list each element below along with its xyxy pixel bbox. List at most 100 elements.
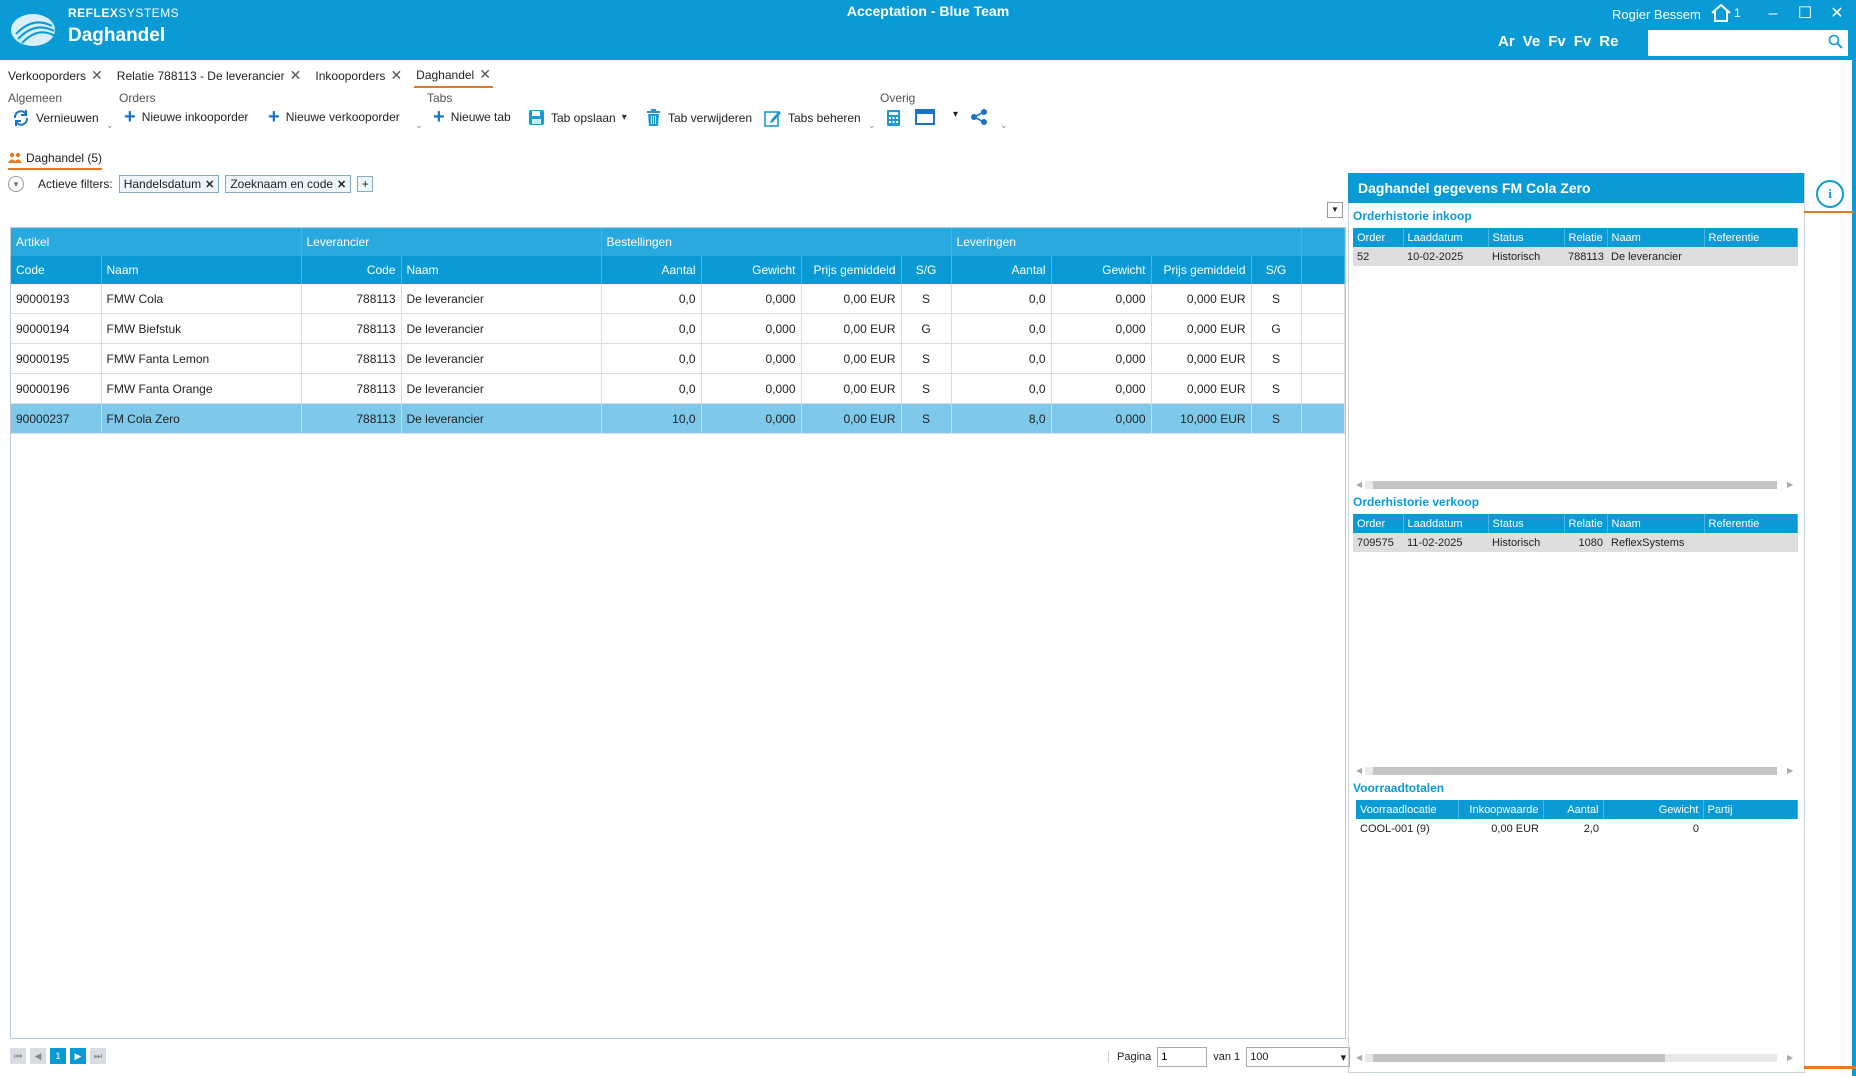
column-header[interactable]: Status xyxy=(1488,228,1565,247)
column-header[interactable]: Referentie xyxy=(1704,228,1798,247)
tab-relatie[interactable]: Relatie 788113 - De leverancier ✕ xyxy=(115,66,304,88)
group-expander-icon[interactable]: ⌄ xyxy=(415,120,423,131)
quicklink-fv-2[interactable]: Fv xyxy=(1574,33,1592,50)
column-header[interactable]: Naam xyxy=(1607,514,1705,533)
col-leverancier-code[interactable]: Code xyxy=(301,256,402,284)
col-best-aantal[interactable]: Aantal xyxy=(601,256,702,284)
table-row[interactable]: 90000195 FMW Fanta Lemon 788113 De leveranc… xyxy=(11,343,1346,374)
maximize-button[interactable]: ☐ xyxy=(1792,4,1818,24)
list-item[interactable]: 709575 11-02-2025 Historisch 1080 ReflexSyst… xyxy=(1353,533,1798,552)
group-bestellingen[interactable]: Bestellingen xyxy=(601,228,952,256)
last-page-icon[interactable]: ⏭ xyxy=(90,1048,106,1064)
collapse-filters-icon[interactable]: ▾ xyxy=(8,176,24,192)
column-header[interactable]: Status xyxy=(1488,514,1565,533)
quicklink-ve[interactable]: Ve xyxy=(1523,33,1541,50)
col-best-sg[interactable]: S/G xyxy=(901,256,952,284)
first-page-icon[interactable]: ⏮ xyxy=(10,1048,26,1064)
scroll-right-icon[interactable]: ▶ xyxy=(1787,480,1793,489)
view-tab-daghandel[interactable]: Daghandel (5) xyxy=(8,151,103,170)
grid-options-icon[interactable]: ▼ xyxy=(1327,202,1343,218)
voorraad-scrollbar[interactable] xyxy=(1365,1054,1777,1062)
share-button[interactable] xyxy=(970,109,988,125)
group-expander-icon[interactable]: ⌄ xyxy=(868,120,876,131)
close-tab-icon[interactable]: ✕ xyxy=(91,67,103,84)
page-number-input[interactable] xyxy=(1157,1047,1208,1067)
add-filter-button[interactable]: + xyxy=(357,176,374,192)
scrollbar-thumb[interactable] xyxy=(1373,1054,1665,1062)
info-icon[interactable]: i xyxy=(1816,180,1844,208)
scroll-left-icon[interactable]: ◀ xyxy=(1356,766,1362,775)
minimize-button[interactable]: – xyxy=(1760,4,1786,24)
page-size-select[interactable]: 100 ▾ xyxy=(1246,1047,1351,1067)
vernieuwen-button[interactable]: Vernieuwen xyxy=(12,109,99,127)
home-button[interactable]: 1 xyxy=(1710,4,1741,22)
global-search-input[interactable] xyxy=(1648,30,1824,54)
filter-chip-handelsdatum[interactable]: Handelsdatum ✕ xyxy=(118,175,220,193)
col-leverancier-naam[interactable]: Naam xyxy=(401,256,602,284)
close-tab-icon[interactable]: ✕ xyxy=(290,67,302,84)
col-best-gewicht[interactable]: Gewicht xyxy=(701,256,802,284)
table-row[interactable]: 90000194 FMW Biefstuk 788113 De leverancier… xyxy=(11,313,1346,344)
layout-button[interactable] xyxy=(915,109,935,125)
remove-filter-icon[interactable]: ✕ xyxy=(337,178,346,191)
user-name[interactable]: Rogier Bessem xyxy=(1612,7,1701,22)
scroll-left-icon[interactable]: ◀ xyxy=(1356,1053,1362,1062)
col-lev-prijs[interactable]: Prijs gemiddeld xyxy=(1151,256,1252,284)
inkoop-scrollbar[interactable] xyxy=(1365,481,1777,489)
col-lev-gewicht[interactable]: Gewicht xyxy=(1051,256,1152,284)
quicklink-re[interactable]: Re xyxy=(1599,33,1618,50)
close-button[interactable]: ✕ xyxy=(1824,4,1850,24)
tabs-beheren-button[interactable]: Tabs beheren xyxy=(764,109,861,127)
column-header[interactable]: Voorraadlocatie xyxy=(1356,800,1459,819)
tab-verkooporders[interactable]: Verkooporders ✕ xyxy=(6,66,105,88)
filter-chip-zoeknaam[interactable]: Zoeknaam en code ✕ xyxy=(225,175,352,193)
col-artikel-naam[interactable]: Naam xyxy=(101,256,302,284)
prev-page-icon[interactable]: ◀ xyxy=(30,1048,46,1064)
column-header[interactable]: Referentie xyxy=(1704,514,1798,533)
dropdown-arrow-icon[interactable]: ▾ xyxy=(622,112,627,123)
group-artikel[interactable]: Artikel xyxy=(11,228,302,256)
column-header[interactable]: Order xyxy=(1353,228,1404,247)
column-header[interactable]: Relatie xyxy=(1564,514,1608,533)
col-lev-aantal[interactable]: Aantal xyxy=(951,256,1052,284)
page-number-button[interactable]: 1 xyxy=(50,1048,66,1064)
calculator-button[interactable] xyxy=(886,109,901,127)
scroll-left-icon[interactable]: ◀ xyxy=(1356,480,1362,489)
close-tab-icon[interactable]: ✕ xyxy=(479,66,491,83)
scroll-right-icon[interactable]: ▶ xyxy=(1787,766,1793,775)
scroll-right-icon[interactable]: ▶ xyxy=(1787,1053,1793,1062)
column-header[interactable]: Relatie xyxy=(1564,228,1608,247)
column-header[interactable]: Laaddatum xyxy=(1403,514,1489,533)
scrollbar-thumb[interactable] xyxy=(1373,767,1777,775)
nieuwe-inkooporder-button[interactable]: + Nieuwe inkooporder xyxy=(124,107,248,127)
close-tab-icon[interactable]: ✕ xyxy=(390,67,402,84)
group-expander-icon[interactable]: ⌄ xyxy=(106,120,114,131)
tab-opslaan-button[interactable]: Tab opslaan ▾ xyxy=(528,109,627,126)
column-header[interactable]: Order xyxy=(1353,514,1404,533)
column-header[interactable]: Inkoopwaarde xyxy=(1458,800,1544,819)
group-leverancier[interactable]: Leverancier xyxy=(301,228,602,256)
group-leveringen[interactable]: Leveringen xyxy=(951,228,1302,256)
table-row[interactable]: 90000196 FMW Fanta Orange 788113 De leveran… xyxy=(11,373,1346,404)
remove-filter-icon[interactable]: ✕ xyxy=(205,178,214,191)
next-page-icon[interactable]: ▶ xyxy=(70,1048,86,1064)
group-expander-icon[interactable]: ⌄ xyxy=(1000,120,1008,131)
nieuwe-tab-button[interactable]: + Nieuwe tab xyxy=(433,107,511,127)
col-lev-sg[interactable]: S/G xyxy=(1251,256,1302,284)
quicklink-ar[interactable]: Ar xyxy=(1498,33,1515,50)
col-artikel-code[interactable]: Code xyxy=(11,256,102,284)
list-item[interactable]: COOL-001 (9) 0,00 EUR 2,0 0 xyxy=(1356,819,1798,838)
tab-daghandel[interactable]: Daghandel ✕ xyxy=(414,66,493,88)
search-icon[interactable] xyxy=(1828,34,1844,50)
col-best-prijs[interactable]: Prijs gemiddeld xyxy=(801,256,902,284)
tab-inkooporders[interactable]: Inkooporders ✕ xyxy=(313,66,404,88)
scrollbar-thumb[interactable] xyxy=(1373,481,1777,489)
list-item[interactable]: 52 10-02-2025 Historisch 788113 De leveranci… xyxy=(1353,247,1798,266)
table-row[interactable]: 90000193 FMW Cola 788113 De leverancier 0,0 0… xyxy=(11,284,1346,314)
column-header[interactable]: Partij xyxy=(1703,800,1798,819)
column-header[interactable]: Laaddatum xyxy=(1403,228,1489,247)
quicklink-fv[interactable]: Fv xyxy=(1548,33,1566,50)
column-header[interactable]: Naam xyxy=(1607,228,1705,247)
tab-verwijderen-button[interactable]: Tab verwijderen xyxy=(645,109,752,127)
table-row[interactable]: 90000237 FM Cola Zero 788113 De leverancier… xyxy=(11,403,1346,434)
